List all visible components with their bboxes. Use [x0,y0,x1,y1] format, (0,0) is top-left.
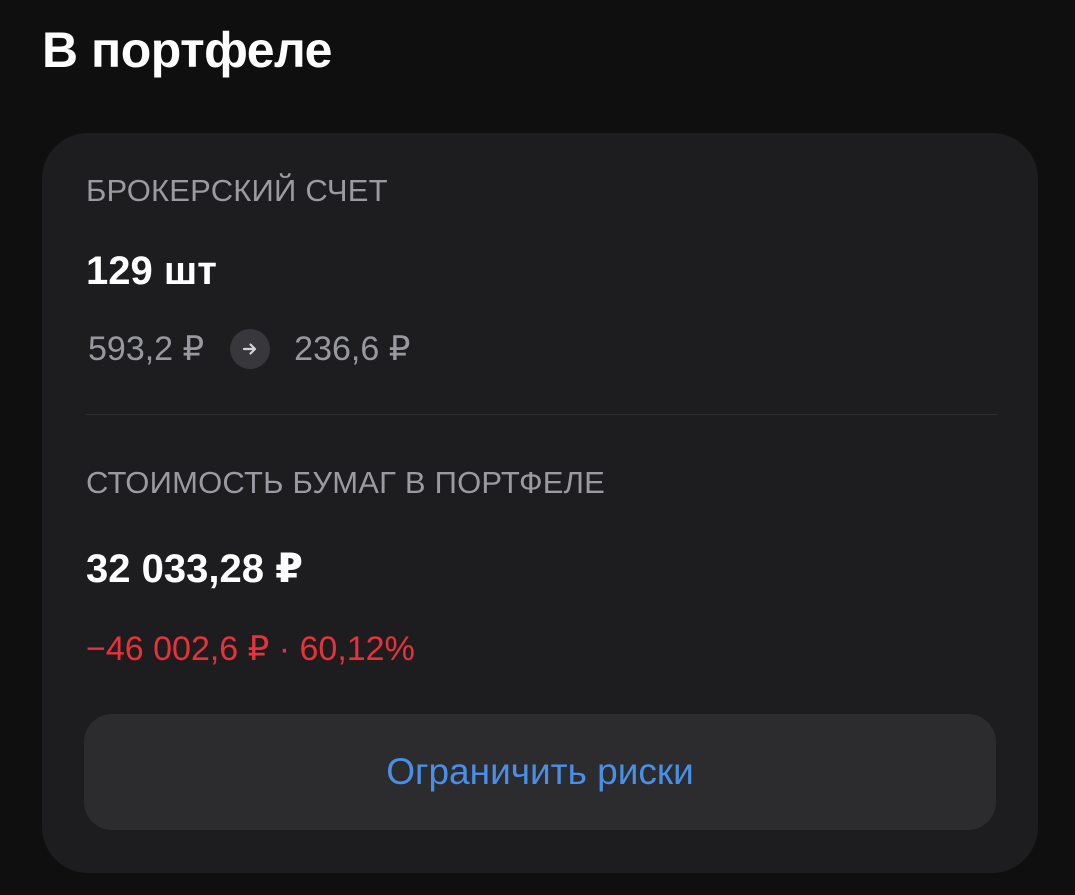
average-price: 593,2 ₽ [88,330,205,368]
position-card: БРОКЕРСКИЙ СЧЕТ 129 шт 593,2 ₽ 236,6 ₽ С… [42,133,1038,873]
price-change-row: 593,2 ₽ 236,6 ₽ [88,327,410,371]
divider [86,414,998,415]
change-separator: · [269,630,300,668]
profit-loss-row: −46 002,6 ₽ · 60,12% [86,627,415,671]
holdings-value-label: СТОИМОСТЬ БУМАГ В ПОРТФЕЛЕ [86,465,606,500]
change-percent: 60,12% [299,630,415,668]
portfolio-screen: В портфеле БРОКЕРСКИЙ СЧЕТ 129 шт 593,2 … [0,0,1075,895]
page-title: В портфеле [42,22,332,78]
position-quantity: 129 шт [86,249,217,293]
broker-account-label: БРОКЕРСКИЙ СЧЕТ [86,173,388,208]
arrow-right-icon [230,329,271,369]
holdings-total-value: 32 033,28 ₽ [86,547,303,591]
change-amount: −46 002,6 ₽ [86,630,270,668]
current-price: 236,6 ₽ [294,330,411,368]
limit-risks-button[interactable]: Ограничить риски [84,714,996,830]
